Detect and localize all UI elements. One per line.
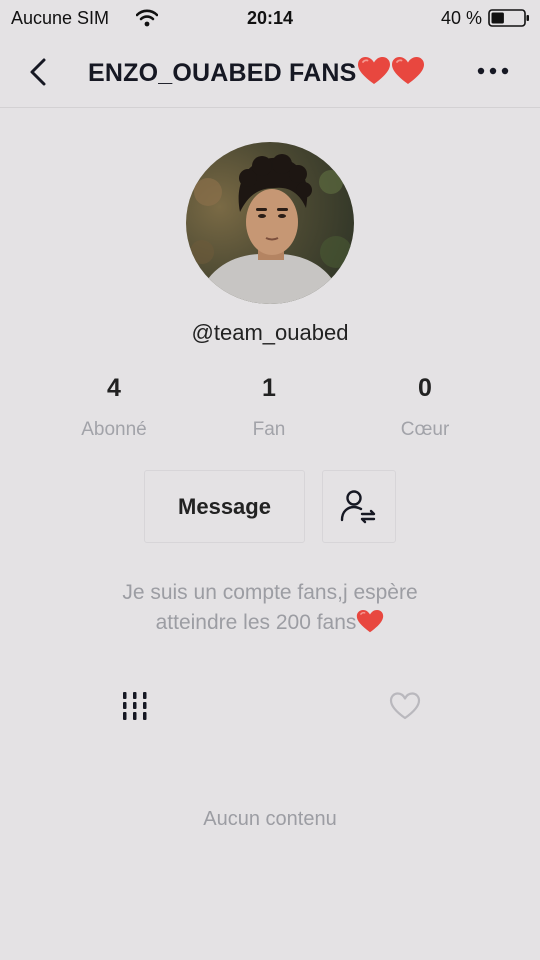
status-bar: Aucune SIM 20:14 40 %	[0, 0, 540, 36]
stat-fans[interactable]: 1 Fan	[184, 374, 354, 441]
stat-likes[interactable]: 0 Cœur	[340, 374, 510, 441]
stat-label: Fan	[252, 419, 286, 440]
liked-tab-heart-outline-icon[interactable]	[388, 690, 422, 722]
back-button[interactable]	[24, 54, 54, 90]
stat-label: Cœur	[400, 419, 450, 440]
stat-label: Abonné	[81, 419, 147, 440]
profile-screen: Aucune SIM 20:14 40 % ENZO_OUABED FANS @…	[0, 0, 540, 960]
message-button[interactable]: Message	[144, 470, 305, 543]
follow-status-button[interactable]	[322, 470, 396, 543]
battery-percentage: 40 %	[440, 8, 482, 28]
bio: Je suis un compte fans,j espère atteindr…	[0, 578, 540, 638]
page-title: ENZO_OUABED FANS	[88, 56, 425, 88]
user-switch-icon	[340, 489, 376, 523]
red-heart-icon	[391, 57, 424, 84]
red-heart-icon	[357, 57, 390, 84]
battery-icon	[488, 9, 529, 27]
bio-text: atteindre les 200 fans	[155, 611, 357, 634]
stat-value: 0	[418, 374, 432, 402]
username: @team_ouabed	[191, 320, 349, 345]
stat-value: 1	[262, 374, 276, 402]
videos-tab-grid-icon[interactable]	[120, 690, 150, 722]
red-heart-icon	[357, 609, 384, 633]
bio-line: atteindre les 200 fans	[0, 608, 540, 638]
empty-state-text: Aucun contenu	[203, 808, 337, 830]
bio-line: Je suis un compte fans,j espère	[122, 581, 418, 604]
more-options-button[interactable]	[476, 62, 510, 80]
stat-following[interactable]: 4 Abonné	[29, 374, 199, 441]
navigation-bar: ENZO_OUABED FANS	[0, 36, 540, 108]
stat-value: 4	[107, 374, 121, 402]
page-title-text: ENZO_OUABED FANS	[88, 59, 357, 87]
avatar[interactable]	[186, 142, 354, 304]
